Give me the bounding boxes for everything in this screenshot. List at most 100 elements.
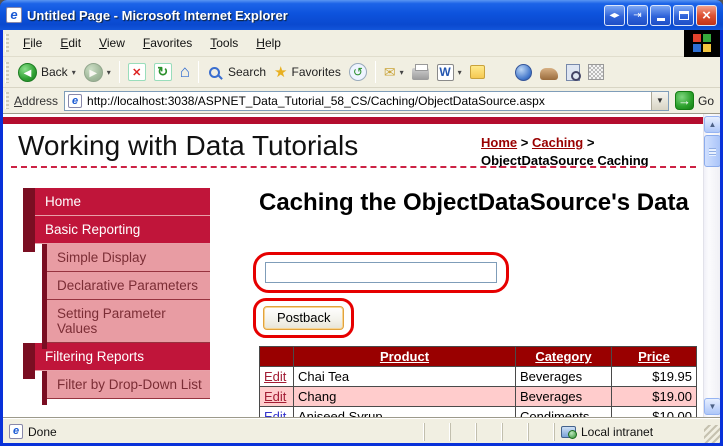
status-pane (502, 423, 528, 441)
edit-link[interactable]: Edit (264, 389, 286, 404)
menu-favorites[interactable]: Favorites (134, 32, 201, 54)
refresh-button[interactable]: ↻ (150, 61, 176, 83)
sort-product-link[interactable]: Product (380, 349, 429, 364)
minimize-button[interactable] (650, 5, 671, 26)
standard-toolbar: ◀ Back ▾ ▶ ▾ ✕ ↻ ⌂ Search ★ Favorites ↺ … (3, 57, 720, 88)
local-intranet-icon (561, 426, 576, 438)
research-button[interactable] (562, 62, 584, 83)
edit-with-word-button[interactable]: W ▾ (433, 62, 466, 83)
scroll-down-button[interactable]: ▼ (704, 398, 720, 415)
messenger-button[interactable] (511, 62, 536, 83)
address-input[interactable]: e http://localhost:3038/ASPNET_Data_Tuto… (64, 91, 669, 111)
vertical-scrollbar[interactable]: ▲ ▼ (703, 114, 720, 417)
postback-textbox[interactable] (265, 262, 497, 283)
breadcrumb-home-link[interactable]: Home (481, 135, 517, 150)
column-header-category: Category (516, 347, 612, 367)
postback-button[interactable]: Postback (263, 306, 344, 330)
table-row: Edit Chang Beverages $19.00 (260, 387, 697, 407)
status-message-pane: e Done (3, 424, 424, 439)
site-title: Working with Data Tutorials (18, 130, 358, 162)
window-export-button[interactable]: ⇥ (627, 5, 648, 26)
sidebar-item-simple-display[interactable]: Simple Display (46, 244, 210, 272)
addressbar-grip[interactable] (5, 92, 9, 110)
sidebar-item-setting-parameter-values[interactable]: Setting Parameter Values (46, 300, 210, 343)
sort-price-link[interactable]: Price (638, 349, 670, 364)
table-header-row: Product Category Price (260, 347, 697, 367)
back-icon: ◀ (18, 63, 37, 82)
window-arrows-button[interactable]: ◂▸ (604, 5, 625, 26)
addon-button-1[interactable] (536, 62, 562, 82)
addon-button-2[interactable] (584, 62, 608, 82)
page-title: Caching the ObjectDataSource's Data (259, 188, 709, 219)
menubar-grip[interactable] (5, 34, 9, 52)
sort-category-link[interactable]: Category (535, 349, 591, 364)
breadcrumb-separator: > (587, 135, 595, 150)
search-icon (209, 67, 220, 78)
print-button[interactable] (408, 62, 433, 82)
close-button[interactable]: × (696, 5, 717, 26)
edit-link[interactable]: Edit (264, 409, 286, 417)
edit-link[interactable]: Edit (264, 369, 286, 384)
products-gridview: Product Category Price Edit Chai Tea Bev… (259, 346, 697, 417)
sidebar-item-declarative-parameters[interactable]: Declarative Parameters (46, 272, 210, 300)
window-controls: ◂▸ ⇥ × (604, 5, 717, 26)
back-dropdown-icon[interactable]: ▾ (72, 68, 76, 77)
address-url[interactable]: http://localhost:3038/ASPNET_Data_Tutori… (87, 94, 651, 108)
menu-view[interactable]: View (90, 32, 134, 54)
binary-grid-icon (588, 64, 604, 80)
status-pane (450, 423, 476, 441)
done-page-icon: e (9, 424, 23, 439)
home-button[interactable]: ⌂ (176, 60, 194, 84)
minimize-icon (657, 18, 665, 21)
scroll-up-button[interactable]: ▲ (704, 116, 720, 133)
forward-dropdown-icon[interactable]: ▾ (107, 68, 111, 77)
menu-help[interactable]: Help (247, 32, 290, 54)
zone-label: Local intranet (581, 425, 653, 439)
sidebar-item-home[interactable]: Home (23, 188, 210, 216)
price-cell: $19.95 (612, 367, 697, 387)
menu-edit[interactable]: Edit (51, 32, 90, 54)
sidebar-item-filtering-reports[interactable]: Filtering Reports (23, 343, 210, 371)
sidebar-item-basic-reporting[interactable]: Basic Reporting (23, 216, 210, 244)
title-bar[interactable]: e Untitled Page - Microsoft Internet Exp… (0, 0, 723, 30)
menu-tools[interactable]: Tools (201, 32, 247, 54)
breadcrumb-separator: > (521, 135, 529, 150)
button-annotation: Postback (253, 298, 354, 338)
scrollbar-thumb[interactable] (704, 135, 720, 167)
security-zone-pane: Local intranet (554, 423, 704, 441)
go-label: Go (698, 94, 714, 108)
address-bar: Address e http://localhost:3038/ASPNET_D… (3, 88, 720, 114)
column-header-edit (260, 347, 294, 367)
page-icon: e (68, 94, 82, 108)
forward-button[interactable]: ▶ ▾ (80, 61, 115, 84)
category-cell: Beverages (516, 387, 612, 407)
product-cell: Aniseed Syrup (294, 407, 516, 418)
search-label: Search (228, 65, 266, 79)
maximize-button[interactable] (673, 5, 694, 26)
menu-bar: File Edit View Favorites Tools Help (3, 30, 720, 57)
back-button[interactable]: ◀ Back ▾ (14, 61, 80, 84)
stop-button[interactable]: ✕ (124, 61, 150, 83)
resize-grip[interactable] (704, 425, 720, 443)
notepad-search-icon (566, 64, 580, 81)
browser-window: e Untitled Page - Microsoft Internet Exp… (0, 0, 723, 446)
maximize-icon (679, 11, 689, 20)
menu-file[interactable]: File (14, 32, 51, 54)
sidebar-item-filter-by-drop-down-list[interactable]: Filter by Drop-Down List (46, 371, 210, 399)
favorites-button[interactable]: ★ Favorites (270, 61, 345, 83)
search-button[interactable]: Search (203, 63, 270, 82)
history-button[interactable]: ↺ (345, 61, 371, 83)
discuss-button[interactable] (466, 63, 489, 81)
address-dropdown-button[interactable]: ▼ (651, 92, 668, 110)
mail-button[interactable]: ✉ ▾ (380, 62, 408, 83)
mail-dropdown-icon[interactable]: ▾ (400, 68, 404, 77)
breadcrumb-caching-link[interactable]: Caching (532, 135, 583, 150)
toolbar-grip[interactable] (5, 62, 9, 83)
mail-icon: ✉ (384, 64, 396, 81)
go-button[interactable]: → Go (669, 91, 720, 110)
column-header-product: Product (294, 347, 516, 367)
word-dropdown-icon[interactable]: ▾ (458, 68, 462, 77)
favorites-star-icon: ★ (274, 63, 287, 81)
refresh-icon: ↻ (154, 63, 172, 81)
column-header-price: Price (612, 347, 697, 367)
